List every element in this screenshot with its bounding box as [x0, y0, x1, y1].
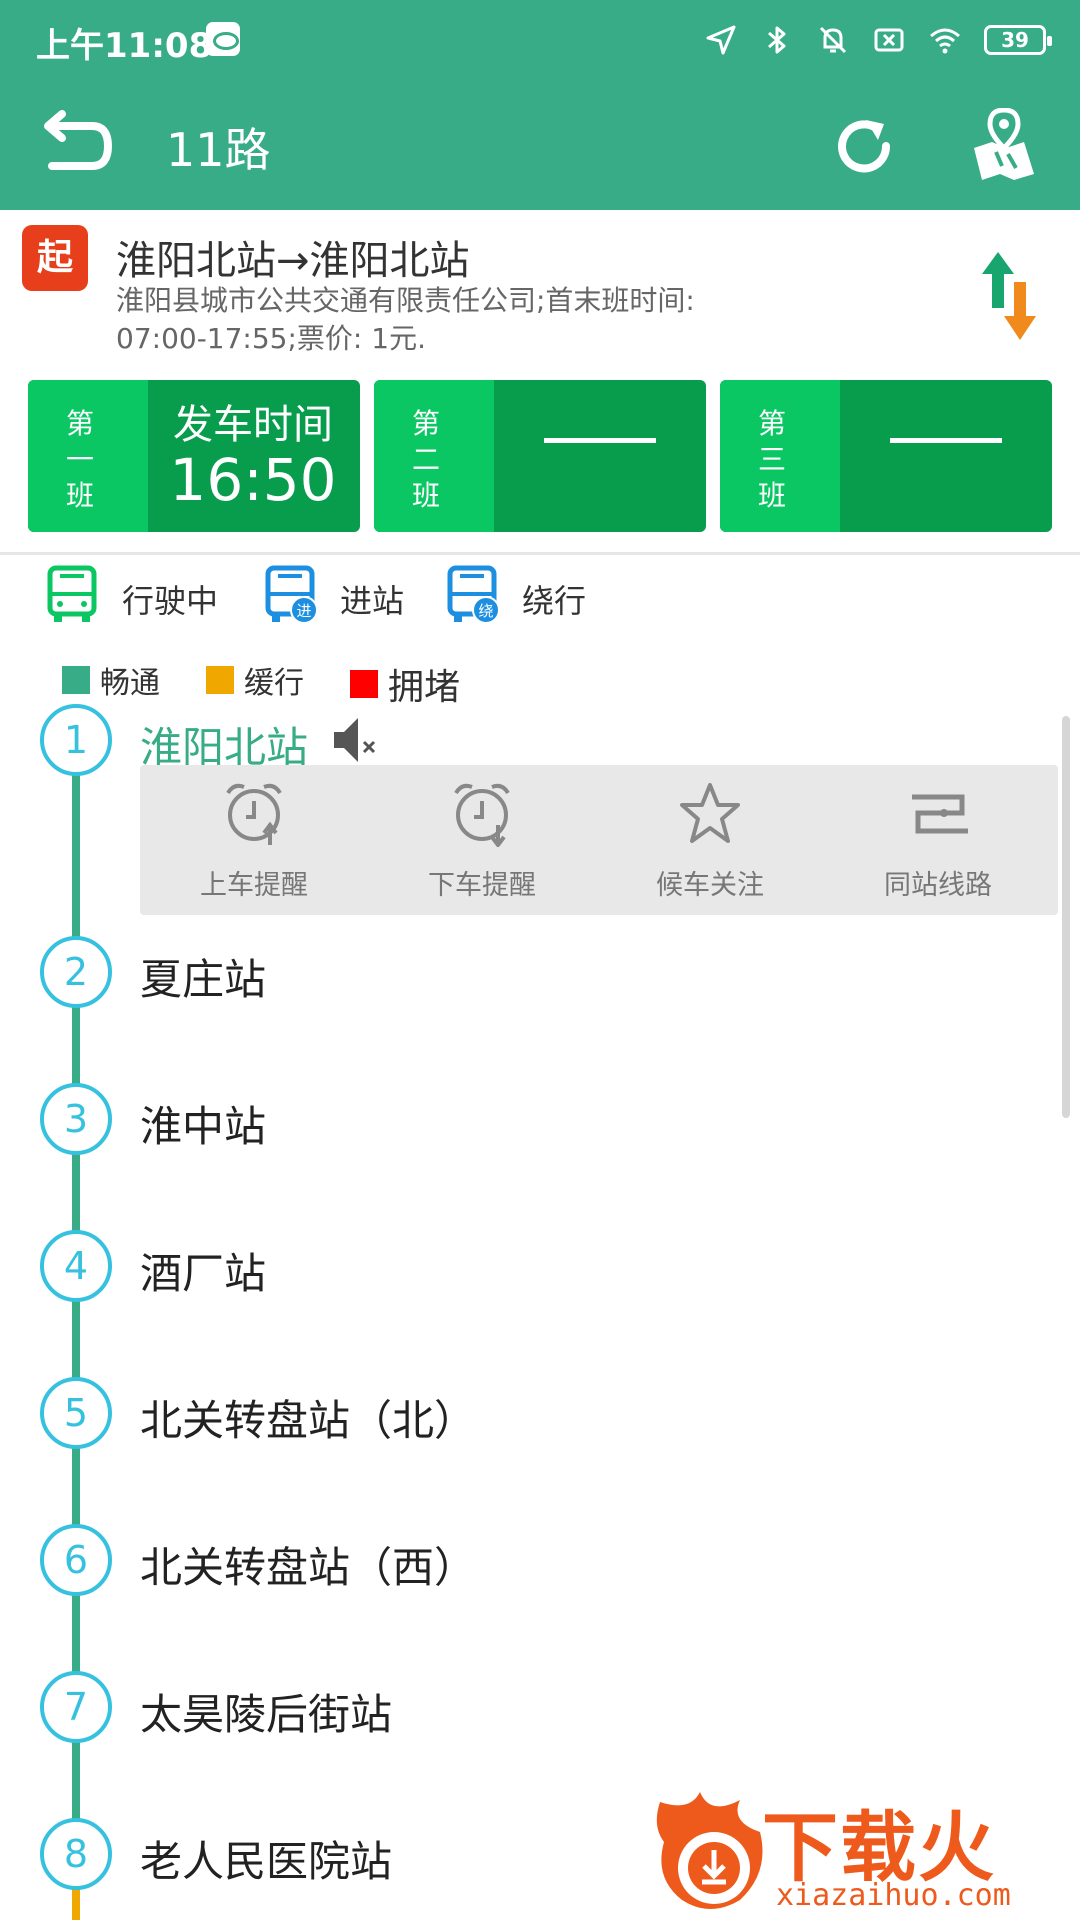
watermark: 下载火 xiazaihuo.com	[636, 1778, 1080, 1920]
card-label-char: 班	[412, 479, 441, 512]
station-number: 1	[40, 704, 112, 776]
detour-badge-text: 绕	[478, 602, 493, 620]
swap-direction-button[interactable]	[970, 248, 1050, 344]
bus-detour-icon: 绕	[447, 565, 500, 624]
board-reminder-button[interactable]: 上车提醒	[164, 779, 344, 909]
bus-running-icon	[47, 565, 97, 622]
legend-label: 进站	[340, 582, 405, 620]
bluetooth-icon	[768, 26, 786, 54]
speaker-muted-icon[interactable]	[330, 712, 384, 768]
action-label: 同站线路	[884, 870, 992, 901]
scrollbar[interactable]	[1062, 716, 1070, 1118]
card-label-char: 第	[66, 407, 95, 440]
route-info: 起 淮阳北站→淮阳北站 淮阳县城市公共交通有限责任公司;首末班时间: 07:00…	[0, 210, 1080, 370]
route-description: 淮阳县城市公共交通有限责任公司;首末班时间: 07:00-17:55;票价: 1…	[116, 284, 695, 355]
mute-bell-icon	[819, 26, 847, 54]
status-icons: 39	[704, 20, 1052, 60]
start-badge: 起	[22, 225, 88, 291]
no-departure-dash	[890, 438, 1002, 443]
station-name: 老人民医院站	[140, 1837, 393, 1886]
station-number: 7	[40, 1671, 112, 1743]
legend-label: 绕行	[522, 582, 587, 620]
departure-cards: 第 一 班 发车时间 16:50 第 二 班 第 三 班	[28, 380, 1052, 534]
station-item[interactable]: 5 北关转盘站（北）	[0, 1373, 1080, 1453]
station-item[interactable]: 6 北关转盘站（西）	[0, 1520, 1080, 1600]
alarm-clock-up-icon	[226, 783, 282, 845]
station-number: 4	[40, 1230, 112, 1302]
watch-bus-button[interactable]: 候车关注	[620, 779, 800, 909]
watermark-url: xiazaihuo.com	[776, 1878, 1011, 1913]
arriving-badge-text: 进	[296, 602, 311, 620]
station-item[interactable]: 4 酒厂站	[0, 1226, 1080, 1306]
card-label-char: 三	[758, 443, 787, 476]
battery-icon: 39	[984, 25, 1052, 55]
station-number: 2	[40, 936, 112, 1008]
wifi-icon	[930, 28, 960, 54]
refresh-button[interactable]	[826, 110, 902, 186]
status-time: 上午11:08	[36, 26, 213, 66]
flame-logo-icon	[656, 1792, 763, 1909]
route-line-slow-segment	[72, 1890, 80, 1920]
departure-title: 发车时间	[173, 402, 333, 448]
action-label: 下车提醒	[428, 870, 536, 901]
station-number: 3	[40, 1083, 112, 1155]
departure-time: 16:50	[169, 446, 337, 514]
divider	[0, 552, 1080, 555]
route-transfer-icon	[912, 794, 968, 834]
traffic-swatch	[350, 670, 378, 698]
card-label: 第 一 班	[28, 380, 148, 532]
alarm-clock-down-icon	[454, 783, 510, 847]
station-name: 淮中站	[140, 1102, 267, 1151]
station-item[interactable]: 3 淮中站	[0, 1079, 1080, 1159]
station-name: 太昊陵后街站	[140, 1690, 393, 1739]
card-label-char: 第	[758, 407, 787, 440]
station-action-panel: 上车提醒 下车提醒 候车关注 同站线路	[140, 765, 1058, 915]
map-button[interactable]	[966, 108, 1042, 184]
departure-card-1[interactable]: 第 一 班 发车时间 16:50	[28, 380, 360, 532]
departure-card-3[interactable]: 第 三 班	[720, 380, 1052, 532]
card-label-char: 二	[412, 443, 441, 476]
location-arrow-icon	[706, 25, 736, 55]
status-bar: 上午11:08 39	[0, 0, 1080, 80]
route-name: 淮阳北站→淮阳北站	[116, 238, 470, 284]
same-station-lines-button[interactable]: 同站线路	[848, 779, 1028, 909]
station-item[interactable]: 2 夏庄站	[0, 932, 1080, 1012]
traffic-label: 畅通	[100, 666, 160, 701]
traffic-swatch	[62, 666, 90, 694]
bus-arriving-icon: 进	[265, 565, 318, 624]
action-label: 候车关注	[656, 870, 764, 901]
no-departure-dash	[544, 438, 656, 443]
star-icon	[680, 783, 740, 843]
card-label-char: 一	[66, 443, 95, 476]
header: 11路	[0, 90, 1080, 200]
action-label: 上车提醒	[200, 870, 308, 901]
card-label-char: 班	[758, 479, 787, 512]
traffic-label: 缓行	[244, 666, 304, 701]
page-title: 11路	[166, 123, 271, 177]
station-number: 8	[40, 1818, 112, 1890]
card-label: 第 二 班	[374, 380, 494, 532]
station-name: 北关转盘站（北）	[140, 1396, 477, 1445]
card-label-char: 第	[412, 407, 441, 440]
station-number: 5	[40, 1377, 112, 1449]
alight-reminder-button[interactable]: 下车提醒	[392, 779, 572, 909]
legend-label: 行驶中	[122, 582, 219, 620]
station-item[interactable]: 7 太昊陵后街站	[0, 1667, 1080, 1747]
station-name: 北关转盘站（西）	[140, 1543, 477, 1592]
traffic-smooth: 畅通	[62, 658, 160, 702]
station-number: 6	[40, 1524, 112, 1596]
traffic-swatch	[206, 666, 234, 694]
back-button[interactable]	[36, 108, 116, 184]
traffic-legend: 畅通 缓行 拥堵	[0, 640, 1080, 708]
bus-status-legend: 行驶中 进 进站 绕 绕行	[0, 560, 1080, 632]
station-name: 酒厂站	[140, 1249, 267, 1298]
card-label-char: 班	[66, 479, 95, 512]
station-name: 夏庄站	[140, 955, 267, 1004]
top-bar: 上午11:08 39 11路	[0, 0, 1080, 210]
sim-off-icon	[874, 28, 904, 52]
traffic-slow: 缓行	[206, 658, 304, 702]
app-notification-icon	[206, 22, 240, 56]
card-label: 第 三 班	[720, 380, 840, 532]
departure-card-2[interactable]: 第 二 班	[374, 380, 706, 532]
